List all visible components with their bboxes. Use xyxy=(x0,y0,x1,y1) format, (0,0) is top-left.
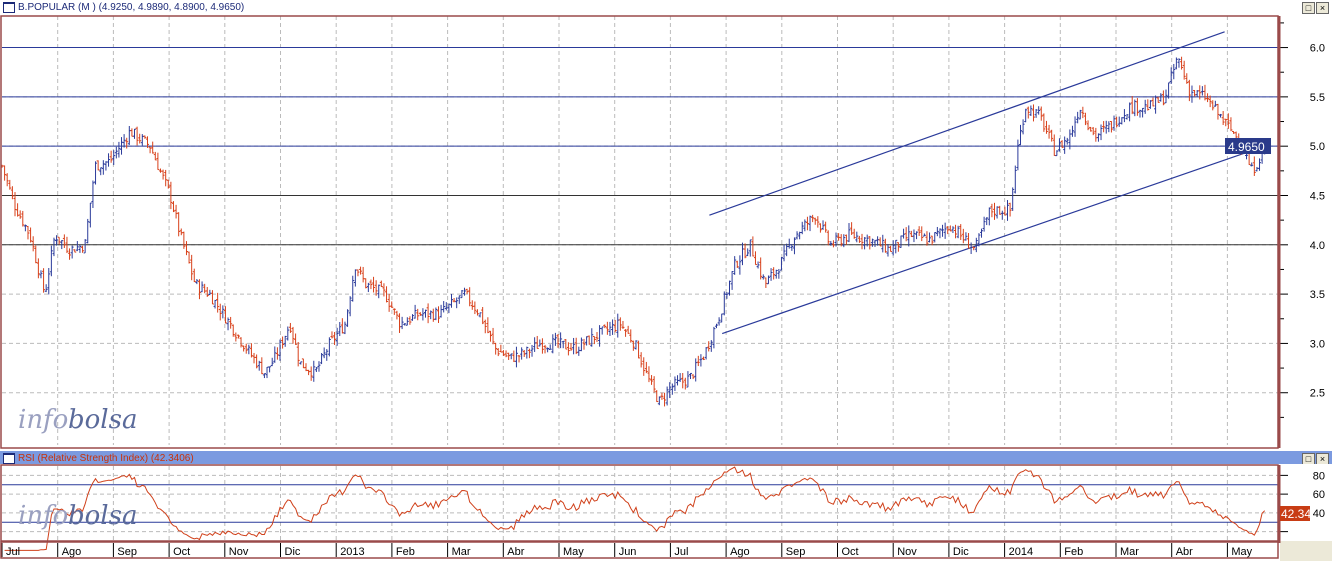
rsi-watermark-info: info xyxy=(18,501,68,531)
rsi-y-tick-label: 60 xyxy=(1313,489,1325,501)
y-tick-label: 3.0 xyxy=(1310,338,1325,350)
x-tick-label: 2013 xyxy=(340,546,364,558)
rsi-y-tick-label: 80 xyxy=(1313,470,1325,482)
x-tick-label: Dic xyxy=(285,546,301,558)
x-tick-label: Ago xyxy=(730,546,750,558)
y-tick-label: 3.5 xyxy=(1310,289,1325,301)
x-tick-label: Jul xyxy=(674,546,688,558)
x-tick-label: Mar xyxy=(452,546,471,558)
x-tick-label: Sep xyxy=(117,546,137,558)
chart-svg: Jul Ago Sep Oct Nov Dic 2013 Feb Mar Abr May Jun Jul… xyxy=(0,15,1332,561)
x-tick-label: Oct xyxy=(173,546,190,558)
watermark-info: info xyxy=(18,405,68,435)
x-tick-label: Feb xyxy=(1064,546,1083,558)
x-tick-label: Mar xyxy=(1120,546,1139,558)
x-tick-label: Ago xyxy=(62,546,82,558)
watermark-bolsa: bolsa xyxy=(68,405,137,435)
x-tick-label: Jul xyxy=(6,546,20,558)
last-rsi-label: 42.34 xyxy=(1281,507,1311,521)
x-tick-label: Abr xyxy=(1176,546,1193,558)
x-tick-label: 2014 xyxy=(1009,546,1033,558)
y-tick-label: 4.0 xyxy=(1310,240,1325,252)
x-tick-label: Dic xyxy=(953,546,969,558)
x-tick-label: Jun xyxy=(619,546,637,558)
last-price-label: 4.9650 xyxy=(1228,140,1265,154)
y-tick-label: 6.0 xyxy=(1310,43,1325,55)
x-tick-label: Feb xyxy=(396,546,415,558)
y-tick-label: 4.5 xyxy=(1310,190,1325,202)
y-tick-label: 2.5 xyxy=(1310,388,1325,400)
x-tick-label: Abr xyxy=(507,546,524,558)
x-tick-label: Nov xyxy=(229,546,249,558)
rsi-y-tick-label: 40 xyxy=(1313,508,1325,520)
x-tick-label: Nov xyxy=(897,546,917,558)
y-tick-label: 5.0 xyxy=(1310,141,1325,153)
x-tick-label: May xyxy=(1231,546,1252,558)
x-tick-label: May xyxy=(563,546,584,558)
rsi-watermark-bolsa: bolsa xyxy=(68,501,137,531)
x-tick-label: Oct xyxy=(842,546,859,558)
y-tick-label: 5.5 xyxy=(1310,92,1325,104)
x-tick-label: Sep xyxy=(786,546,806,558)
